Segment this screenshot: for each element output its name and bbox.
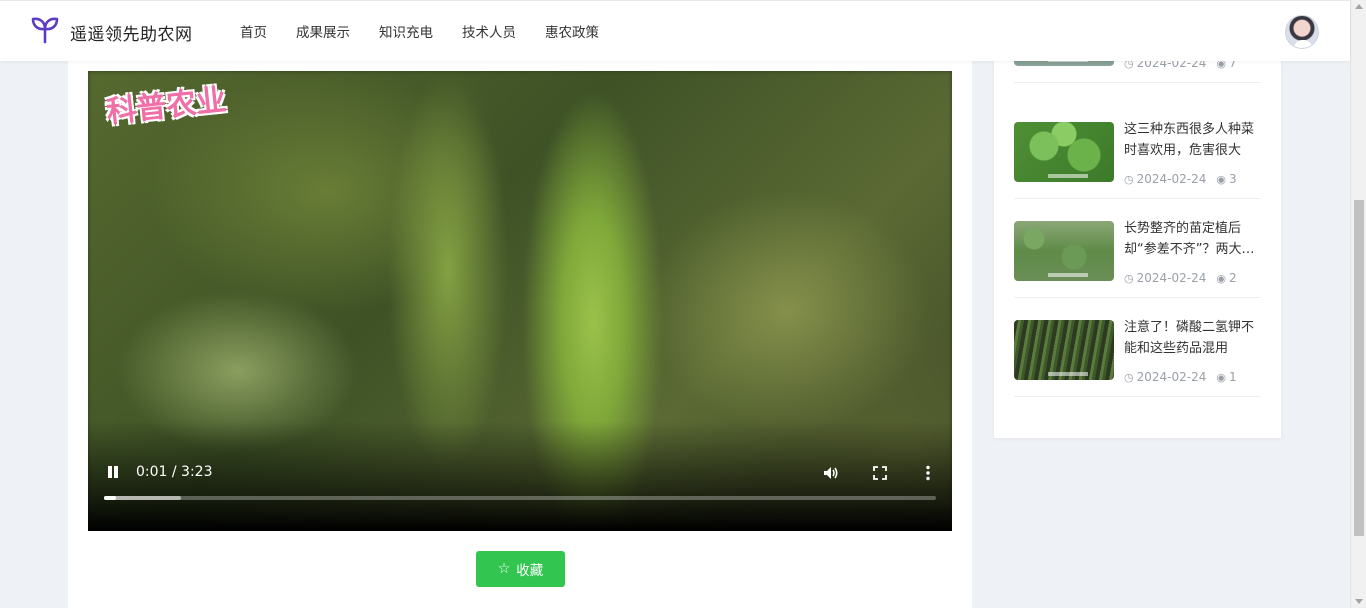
eye-icon: ◉ [1216,370,1226,384]
video-meta: ◷ 2024-02-24 ◉ 1 [1124,370,1237,384]
video-meta: ◷ 2024-02-24 ◉ 3 [1124,172,1237,186]
more-options-icon[interactable] [919,464,937,482]
site-logo[interactable]: 遥遥领先助农网 [30,15,193,49]
nav-item-achievements[interactable]: 成果展示 [296,21,350,41]
nav-item-home[interactable]: 首页 [240,21,267,41]
video-title[interactable]: 注意了！磷酸二氢钾不能和这些药品混用 [1124,317,1261,359]
main-nav: 首页 成果展示 知识充电 技术人员 惠农政策 [240,21,628,41]
video-title[interactable]: 长势整齐的苗定植后却“参差不齐”？两大原因 [1124,218,1261,260]
page-scrollbar[interactable] [1350,0,1366,608]
star-icon: ☆ [497,561,511,577]
user-avatar[interactable] [1285,15,1319,49]
nav-item-knowledge[interactable]: 知识充电 [379,21,433,41]
eye-icon: ◉ [1216,172,1226,186]
video-date: 2024-02-24 [1136,172,1207,186]
list-item[interactable]: 注意了！磷酸二氢钾不能和这些药品混用 ◷ 2024-02-24 ◉ 1 [1014,298,1261,397]
nav-item-policies[interactable]: 惠农政策 [545,21,599,41]
scrollbar-thumb[interactable] [1354,200,1364,536]
scroll-down-arrow-icon[interactable] [1355,599,1363,604]
video-time: 0:01 / 3:23 [136,464,213,480]
video-progress-bar[interactable] [104,496,936,500]
pause-icon[interactable] [106,465,120,479]
video-controls: 0:01 / 3:23 [104,463,936,483]
nav-item-technicians[interactable]: 技术人员 [462,21,516,41]
fullscreen-icon[interactable] [871,464,889,482]
site-name: 遥遥领先助农网 [70,24,193,45]
volume-icon[interactable] [822,464,840,482]
list-item[interactable]: 这三种东西很多人种菜时喜欢用，危害很大 ◷ 2024-02-24 ◉ 3 [1014,100,1261,199]
recommended-videos-card: ◷ 2024-02-24 ◉ 7 这三种东西很多人种菜时喜欢用，危害很大 ◷ 20… [994,0,1281,438]
video-player[interactable]: 科普农业 0:01 / 3:23 [88,71,952,531]
list-item[interactable]: 长势整齐的苗定植后却“参差不齐”？两大原因 ◷ 2024-02-24 ◉2 [1014,199,1261,298]
scroll-up-arrow-icon[interactable] [1355,4,1363,9]
video-played [104,496,117,500]
favorite-button[interactable]: ☆ 收藏 [476,551,565,587]
sprout-icon [30,15,60,49]
video-thumbnail[interactable] [1014,221,1114,281]
video-date: 2024-02-24 [1136,271,1207,285]
video-thumbnail[interactable] [1014,320,1114,380]
video-title[interactable]: 这三种东西很多人种菜时喜欢用，危害很大 [1124,119,1261,161]
video-views: 3 [1228,172,1237,186]
video-meta: ◷ 2024-02-24 ◉ 2 [1124,271,1237,285]
eye-icon: ◉ [1216,271,1226,285]
video-detail-card: 科普农业 0:01 / 3:23 ☆ 收藏 [68,61,972,608]
video-date: 2024-02-24 [1136,370,1207,384]
clock-icon: ◷ [1124,271,1134,285]
top-navbar: 遥遥领先助农网 首页 成果展示 知识充电 技术人员 惠农政策 [0,0,1350,61]
clock-icon: ◷ [1124,172,1134,186]
clock-icon: ◷ [1124,370,1134,384]
video-views: 1 [1228,370,1237,384]
video-thumbnail[interactable] [1014,122,1114,182]
video-views: 2 [1228,271,1237,285]
favorite-label: 收藏 [516,563,544,579]
